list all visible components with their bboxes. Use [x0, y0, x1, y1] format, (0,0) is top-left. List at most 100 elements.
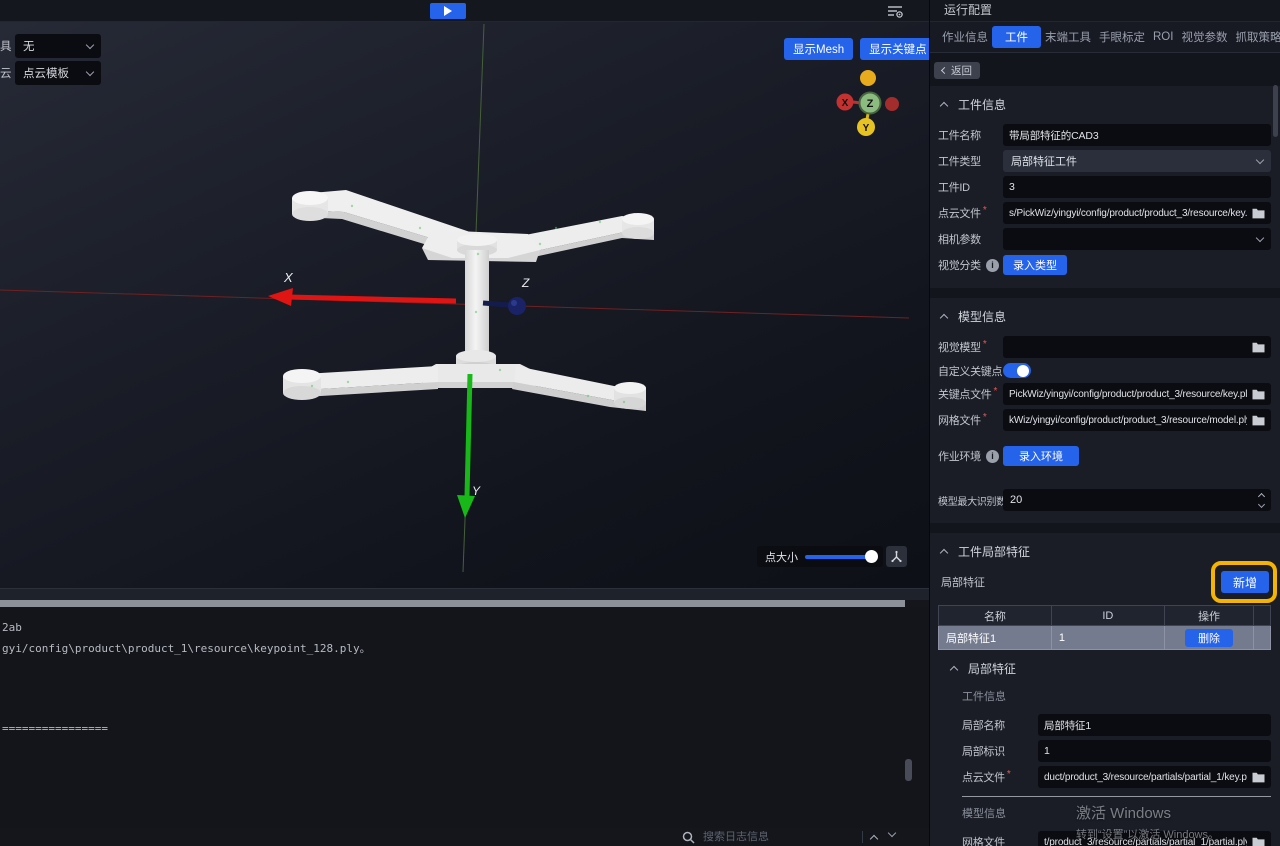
number-stepper[interactable]	[1259, 494, 1264, 507]
delete-button[interactable]: 删除	[1185, 629, 1233, 647]
group-title-workpiece: 工件信息	[962, 688, 1271, 704]
tab-roi[interactable]: ROI	[1149, 28, 1177, 46]
field-label: 工件类型	[938, 153, 1003, 169]
run-button[interactable]	[430, 3, 466, 19]
tab-workpiece[interactable]: 工件	[992, 26, 1041, 48]
tab-end-tool[interactable]: 末端工具	[1041, 26, 1095, 48]
field-label: 局部名称	[962, 717, 1038, 733]
orientation-gizmo[interactable]: X Z Y	[837, 70, 900, 136]
play-icon	[444, 6, 452, 16]
local-mesh-input[interactable]	[1038, 831, 1271, 846]
local-pointcloud-input[interactable]	[1038, 766, 1271, 788]
show-mesh-button[interactable]: 显示Mesh	[784, 38, 853, 60]
gizmo-x-label: X	[842, 98, 849, 109]
gizmo-y-label: Y	[863, 123, 870, 134]
y-axis-label: Y	[472, 484, 481, 498]
log-horizontal-scrollbar[interactable]	[0, 600, 905, 607]
point-size-control: 点大小	[757, 546, 883, 567]
field-label: 网格文件	[938, 412, 1003, 428]
chevron-down-icon	[1256, 233, 1264, 241]
local-feature-detail: 局部特征 工件信息 局部名称 局部标识 点云文件	[938, 660, 1271, 846]
z-axis-arrow: Z	[483, 276, 530, 315]
axes-toggle-button[interactable]	[886, 546, 907, 567]
tab-grasp-strategy[interactable]: 抓取策略	[1231, 26, 1280, 48]
log-line: gyi/config\product\product_1\resource\ke…	[2, 640, 371, 656]
tool-dropdown-row: 具 无	[0, 34, 101, 58]
info-icon[interactable]: i	[986, 450, 999, 463]
panel-scrollbar[interactable]	[1273, 85, 1278, 137]
add-feature-button[interactable]: 新增	[1221, 571, 1269, 593]
field-label: 自定义关键点	[938, 363, 1003, 379]
workpiece-name-input[interactable]	[1003, 124, 1271, 146]
x-axis-label: X	[283, 270, 294, 285]
section-header[interactable]: 工件局部特征	[941, 543, 1271, 560]
application-window: X Z Y X	[0, 0, 1280, 846]
cell-id[interactable]: 1	[1051, 626, 1164, 650]
col-header-extra	[1254, 606, 1271, 626]
chevron-down-icon	[86, 40, 94, 48]
folder-icon[interactable]	[1252, 389, 1265, 400]
tab-bar: 作业信息 工件 末端工具 手眼标定 ROI 视觉参数 抓取策略	[930, 22, 1280, 53]
section-header[interactable]: 工件信息	[941, 96, 1271, 113]
section-header[interactable]: 模型信息	[941, 308, 1271, 325]
x-axis-line	[0, 290, 909, 318]
3d-viewport[interactable]: X Z Y X	[0, 22, 929, 588]
folder-icon[interactable]	[1252, 342, 1265, 353]
panel-title: 运行配置	[930, 0, 1280, 22]
folder-icon[interactable]	[1252, 415, 1265, 426]
field-label: 视觉模型	[938, 339, 1003, 355]
local-name-input[interactable]	[1038, 714, 1271, 736]
folder-icon[interactable]	[1252, 837, 1265, 846]
slider-knob[interactable]	[865, 550, 878, 563]
info-icon[interactable]: i	[986, 259, 999, 272]
pointcloud-file-input[interactable]	[1003, 202, 1271, 224]
field-label: 关键点文件	[938, 386, 1003, 402]
log-vertical-scrollbar[interactable]	[905, 759, 912, 781]
log-search-input[interactable]	[703, 831, 854, 843]
keypoint-file-input[interactable]	[1003, 383, 1271, 405]
log-output: 2ab gyi/config\product\product_1\resourc…	[0, 607, 929, 828]
tab-job-info[interactable]: 作业信息	[938, 26, 992, 48]
enter-environment-button[interactable]: 录入环境	[1003, 446, 1079, 466]
vision-model-input[interactable]	[1003, 336, 1271, 358]
point-size-slider[interactable]	[805, 555, 875, 559]
viewer-buttons: 显示Mesh 显示关键点	[784, 38, 929, 60]
tool-dropdown[interactable]: 无	[15, 34, 101, 58]
tab-hand-eye[interactable]: 手眼标定	[1095, 26, 1149, 48]
cell-name[interactable]: 局部特征1	[939, 626, 1052, 650]
custom-keypoints-toggle[interactable]	[1003, 363, 1031, 378]
collapse-icon	[940, 314, 948, 322]
show-keypoints-button[interactable]: 显示关键点	[860, 38, 929, 60]
display-settings-icon[interactable]	[885, 4, 905, 19]
tab-vision-params[interactable]: 视觉参数	[1177, 26, 1231, 48]
max-recognition-input[interactable]	[1003, 489, 1271, 511]
search-prev-icon[interactable]	[870, 834, 878, 842]
table-row[interactable]: 局部特征1 1 删除	[939, 626, 1271, 650]
folder-icon[interactable]	[1252, 772, 1265, 783]
chevron-left-icon	[941, 67, 948, 74]
mesh-file-input[interactable]	[1003, 409, 1271, 431]
divider	[862, 831, 863, 843]
field-label: 点云文件	[938, 205, 1003, 221]
workpiece-type-select[interactable]: 局部特征工件	[1003, 150, 1271, 172]
field-label: 相机参数	[938, 231, 1003, 247]
collapse-icon	[940, 549, 948, 557]
camera-params-select[interactable]	[1003, 228, 1271, 250]
z-axis-label: Z	[521, 276, 530, 290]
field-label: 模型最大识别数	[938, 493, 1003, 508]
panel-body: 返回 工件信息 工件名称 工件类型 局部特征工件 工件ID	[930, 54, 1280, 846]
enter-type-button[interactable]: 录入类型	[1003, 255, 1067, 275]
subsection-header[interactable]: 局部特征	[951, 660, 1271, 677]
gizmo-x-neg-ball	[885, 97, 899, 111]
workpiece-id-input[interactable]	[1003, 176, 1271, 198]
pointcloud-dropdown[interactable]: 点云模板	[15, 61, 101, 85]
field-label: 作业环境i	[938, 448, 1003, 464]
axes-icon	[890, 550, 903, 563]
col-header-name: 名称	[939, 606, 1052, 626]
search-next-icon[interactable]	[888, 828, 896, 836]
back-button[interactable]: 返回	[934, 62, 980, 79]
collapse-icon	[950, 666, 958, 674]
folder-icon[interactable]	[1252, 208, 1265, 219]
x-axis-arrow: X	[268, 270, 456, 306]
local-id-input[interactable]	[1038, 740, 1271, 762]
